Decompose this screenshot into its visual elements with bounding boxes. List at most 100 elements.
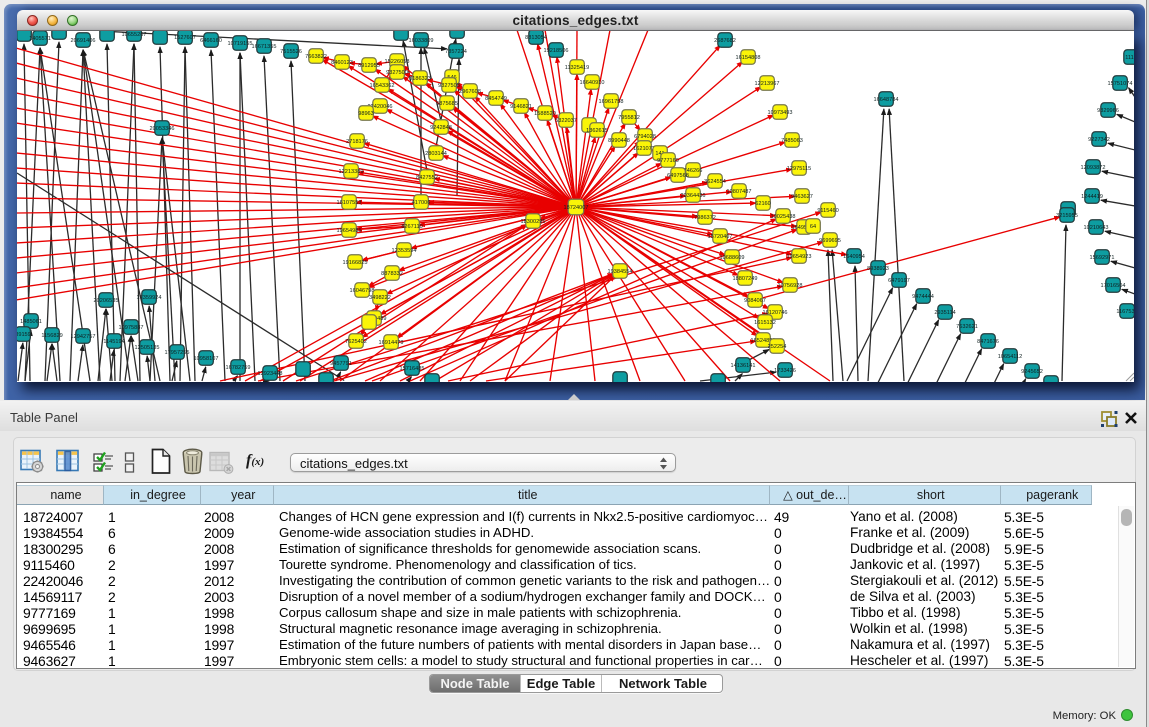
svg-text:7632621: 7632621 xyxy=(956,324,978,330)
svg-text:12213389: 12213389 xyxy=(339,169,364,175)
svg-text:9329966: 9329966 xyxy=(1097,108,1119,114)
svg-text:16914479: 16914479 xyxy=(379,340,404,346)
svg-text:64: 64 xyxy=(810,224,816,230)
svg-text:8938923: 8938923 xyxy=(867,266,889,272)
svg-text:12942757: 12942757 xyxy=(71,334,96,340)
svg-text:8990448: 8990448 xyxy=(608,138,630,144)
svg-text:2967608: 2967608 xyxy=(459,89,481,95)
svg-text:9146821: 9146821 xyxy=(510,104,532,110)
svg-text:2718176: 2718176 xyxy=(346,139,368,145)
svg-text:10719155: 10719155 xyxy=(228,41,253,47)
svg-text:10973493: 10973493 xyxy=(768,110,793,116)
svg-text:8471676: 8471676 xyxy=(977,339,999,345)
svg-text:17957255: 17957255 xyxy=(165,350,190,356)
svg-text:6466160: 6466160 xyxy=(200,38,222,44)
svg-text:20691406: 20691406 xyxy=(71,38,96,44)
svg-text:7515526: 7515526 xyxy=(280,49,302,55)
svg-text:10688609: 10688609 xyxy=(720,255,745,261)
svg-text:9699695: 9699695 xyxy=(819,238,841,244)
svg-text:2935114: 2935114 xyxy=(934,310,955,316)
svg-text:417006: 417006 xyxy=(412,200,431,206)
svg-text:9463627: 9463627 xyxy=(791,194,813,200)
svg-text:10655267: 10655267 xyxy=(122,32,147,38)
svg-text:10975887: 10975887 xyxy=(119,325,144,331)
svg-text:20206535: 20206535 xyxy=(94,298,119,304)
svg-text:5875685: 5875685 xyxy=(436,101,458,107)
svg-text:20364436: 20364436 xyxy=(681,193,706,199)
svg-text:9777169: 9777169 xyxy=(657,158,679,164)
svg-text:16671355: 16671355 xyxy=(252,44,277,50)
svg-text:1156829: 1156829 xyxy=(41,333,62,339)
svg-text:8186323: 8186323 xyxy=(409,76,431,82)
svg-text:9327500: 9327500 xyxy=(386,70,408,76)
svg-text:6497568: 6497568 xyxy=(667,173,689,179)
svg-text:10025438: 10025438 xyxy=(771,214,796,220)
svg-text:98963: 98963 xyxy=(358,111,374,117)
svg-text:16782759: 16782759 xyxy=(226,365,251,371)
svg-text:8813054: 8813054 xyxy=(525,35,547,41)
svg-text:1485061: 1485061 xyxy=(20,319,42,325)
svg-text:19654923: 19654923 xyxy=(787,254,812,260)
svg-text:1167533: 1167533 xyxy=(1116,309,1134,315)
svg-text:10654112: 10654112 xyxy=(998,354,1022,360)
svg-text:14136141: 14136141 xyxy=(731,363,756,369)
svg-text:252254: 252254 xyxy=(768,344,787,350)
svg-text:18724007: 18724007 xyxy=(564,205,589,211)
svg-text:8267110: 8267110 xyxy=(401,224,422,230)
svg-text:16107553: 16107553 xyxy=(337,200,362,206)
svg-text:8912955: 8912955 xyxy=(358,63,380,69)
svg-text:16640910: 16640910 xyxy=(580,80,605,86)
svg-text:1588520: 1588520 xyxy=(534,111,556,117)
svg-text:16961758: 16961758 xyxy=(599,99,624,105)
svg-text:1733426: 1733426 xyxy=(774,368,796,374)
svg-text:19384554: 19384554 xyxy=(608,269,633,275)
svg-text:1640954: 1640954 xyxy=(843,254,865,260)
svg-text:20053346: 20053346 xyxy=(150,126,175,132)
svg-text:10807487: 10807487 xyxy=(727,189,752,195)
svg-text:2803144: 2803144 xyxy=(425,151,447,157)
svg-text:12213967: 12213967 xyxy=(755,81,780,87)
svg-text:3624554: 3624554 xyxy=(704,179,726,185)
svg-text:15226058: 15226058 xyxy=(385,59,410,65)
svg-text:19218506: 19218506 xyxy=(544,48,569,54)
svg-text:9474444: 9474444 xyxy=(912,294,934,300)
svg-text:15716485: 15716485 xyxy=(400,366,425,372)
svg-text:16543362: 16543362 xyxy=(370,83,395,89)
svg-text:7357224: 7357224 xyxy=(445,49,467,55)
svg-text:6794028: 6794028 xyxy=(634,134,656,140)
svg-text:16046798: 16046798 xyxy=(350,288,375,294)
svg-text:3498222: 3498222 xyxy=(369,295,391,301)
svg-text:9242848: 9242848 xyxy=(430,125,452,131)
svg-text:8878332: 8878332 xyxy=(381,271,403,277)
svg-text:11325419: 11325419 xyxy=(565,65,589,71)
svg-text:17359924: 17359924 xyxy=(137,295,162,301)
svg-text:5322037: 5322037 xyxy=(555,118,577,124)
svg-text:10958107: 10958107 xyxy=(194,356,219,362)
svg-text:16648784: 16648784 xyxy=(874,97,899,103)
svg-text:62160: 62160 xyxy=(755,201,771,207)
svg-text:1362615: 1362615 xyxy=(586,128,608,134)
svg-text:12923448: 12923448 xyxy=(258,371,283,377)
svg-text:8460123: 8460123 xyxy=(331,60,353,66)
svg-text:7485063: 7485063 xyxy=(781,138,803,144)
svg-text:9245652: 9245652 xyxy=(1021,369,1043,375)
svg-text:17016504: 17016504 xyxy=(1101,283,1126,289)
svg-text:39159: 39159 xyxy=(17,332,31,338)
svg-text:9457791: 9457791 xyxy=(330,361,352,367)
svg-text:15720407: 15720407 xyxy=(708,234,733,240)
svg-text:15751074: 15751074 xyxy=(1108,81,1133,87)
svg-text:15692971: 15692971 xyxy=(1090,255,1115,261)
svg-text:8454749: 8454749 xyxy=(485,96,507,102)
svg-text:9327508: 9327508 xyxy=(438,83,460,89)
svg-text:1405571: 1405571 xyxy=(29,36,51,42)
svg-text:19166825: 19166825 xyxy=(343,260,368,266)
svg-text:7955812: 7955812 xyxy=(618,115,640,121)
svg-text:10210643: 10210643 xyxy=(1084,225,1109,231)
svg-text:16033809: 16033809 xyxy=(409,38,434,44)
svg-text:9084067: 9084067 xyxy=(744,298,766,304)
svg-text:18300295: 18300295 xyxy=(521,219,546,225)
svg-text:1527607: 1527607 xyxy=(174,35,196,41)
svg-text:12353594: 12353594 xyxy=(392,248,417,254)
svg-text:19654985: 19654985 xyxy=(337,228,362,234)
svg-text:6479197: 6479197 xyxy=(888,278,910,284)
